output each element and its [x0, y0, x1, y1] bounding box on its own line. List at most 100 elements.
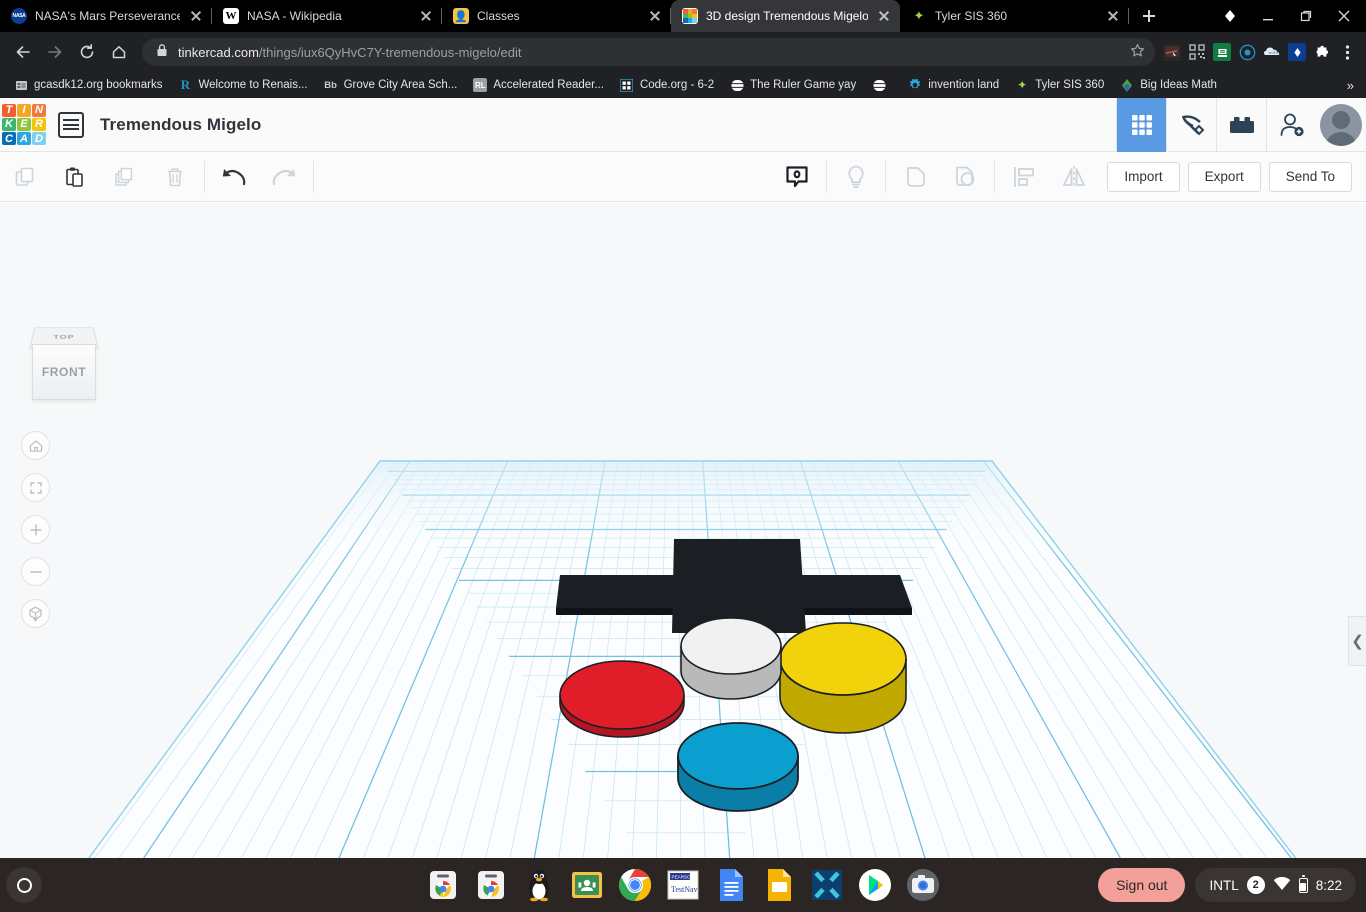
view-cube[interactable]: TOP FRONT [24, 320, 104, 402]
scene-objects[interactable] [0, 203, 1366, 858]
reader-icon[interactable] [1213, 43, 1231, 61]
home-view-icon[interactable] [21, 431, 50, 460]
forward-button[interactable] [40, 37, 70, 67]
logo-tile: R [32, 117, 46, 132]
tinkercad-logo[interactable]: T I N K E R C A D [0, 102, 46, 148]
view-cube-front-face[interactable]: FRONT [32, 344, 96, 400]
bookmarks-overflow-button[interactable]: » [1347, 78, 1360, 93]
status-area[interactable]: INTL 2 8:22 [1195, 868, 1356, 902]
undo-icon[interactable] [209, 152, 259, 202]
tux-penguin-icon[interactable] [519, 865, 559, 905]
camera-icon[interactable] [903, 865, 943, 905]
launcher-icon[interactable] [6, 867, 42, 903]
chevron-left-icon[interactable]: ❮ [1348, 616, 1366, 666]
paste-icon[interactable] [50, 152, 100, 202]
bookmark-item[interactable]: R Welcome to Renais... [170, 74, 315, 96]
tab-title: Tyler SIS 360 [935, 9, 1008, 23]
google-classroom-icon[interactable] [567, 865, 607, 905]
browser-tab[interactable]: 👤 Classes [442, 0, 671, 32]
bookmark-item[interactable]: ✦ Tyler SIS 360 [1007, 74, 1112, 96]
chrome-app-shortcut-1[interactable] [423, 865, 463, 905]
hole-group-icon[interactable] [940, 152, 990, 202]
solid-shape-icon[interactable] [890, 152, 940, 202]
back-button[interactable] [8, 37, 38, 67]
duplicate-icon[interactable] [100, 152, 150, 202]
close-icon[interactable] [418, 8, 434, 24]
qr-code-icon[interactable] [1188, 43, 1206, 61]
play-store-icon[interactable] [855, 865, 895, 905]
address-bar[interactable]: tinkercad.com/things/iux6QyHvC7Y-tremend… [142, 38, 1155, 66]
zoom-in-icon[interactable] [21, 515, 50, 544]
new-tab-button[interactable] [1135, 2, 1163, 30]
notes-icon[interactable] [772, 152, 822, 202]
record-icon[interactable] [1238, 43, 1256, 61]
close-window-button[interactable] [1326, 0, 1362, 32]
logo-tile: I [17, 103, 31, 117]
close-icon[interactable] [647, 8, 663, 24]
3d-design-icon[interactable] [1116, 98, 1166, 152]
grammar-icon[interactable] [1288, 43, 1306, 61]
home-button[interactable] [104, 37, 134, 67]
close-icon[interactable] [188, 8, 204, 24]
align-icon[interactable] [999, 152, 1049, 202]
lego-brick-icon[interactable] [1216, 98, 1266, 152]
copy-icon[interactable] [0, 152, 50, 202]
fit-to-view-icon[interactable] [21, 473, 50, 502]
browser-tab-active[interactable]: 3D design Tremendous Migelo [671, 0, 900, 32]
google-docs-icon[interactable] [711, 865, 751, 905]
bookmark-item[interactable]: gcasdk12.org bookmarks [6, 74, 170, 96]
export-button[interactable]: Export [1187, 161, 1261, 192]
zoom-out-icon[interactable] [21, 557, 50, 586]
globe-icon [730, 78, 744, 92]
invite-person-icon[interactable] [1266, 98, 1316, 152]
bookmark-item[interactable]: Code.org - 6-2 [612, 74, 722, 96]
lightbulb-icon[interactable] [831, 152, 881, 202]
profile-pin-icon[interactable] [1212, 0, 1248, 32]
reload-button[interactable] [72, 37, 102, 67]
battery-icon [1298, 875, 1308, 893]
minecraft-pickaxe-icon[interactable] [1166, 98, 1216, 152]
bookmark-label: Code.org - 6-2 [639, 79, 715, 91]
chrome-app-shortcut-2[interactable] [471, 865, 511, 905]
cylinder-white[interactable] [680, 617, 782, 700]
browser-tab[interactable]: ✦ Tyler SIS 360 [900, 0, 1129, 32]
close-icon[interactable] [1105, 8, 1121, 24]
browser-tab[interactable]: W NASA - Wikipedia [212, 0, 442, 32]
bookmark-star-icon[interactable] [1130, 43, 1145, 61]
chrome-icon[interactable] [615, 865, 655, 905]
bookmark-item[interactable]: RL Accelerated Reader... [465, 74, 612, 96]
google-slides-icon[interactable] [759, 865, 799, 905]
toolbar-right: Import Export Send To [772, 152, 1366, 202]
puzzle-icon[interactable] [1313, 43, 1331, 61]
cylinder-yellow[interactable] [779, 622, 907, 734]
browser-tab[interactable]: NASA NASA's Mars Perseverance Ro... [0, 0, 212, 32]
delete-icon[interactable] [150, 152, 200, 202]
pearson-testnav-icon[interactable]: PEARSON TestNav [663, 865, 703, 905]
perspective-toggle-icon[interactable] [21, 599, 50, 628]
wordtune-icon[interactable]: word [1263, 43, 1281, 61]
import-button[interactable]: Import [1107, 161, 1180, 192]
avatar[interactable] [1316, 98, 1366, 152]
url-path: /things/iux6QyHvC7Y-tremendous-migelo/ed… [258, 44, 522, 60]
tyler-sis-icon[interactable] [807, 865, 847, 905]
bookmark-item[interactable]: Bb Grove City Area Sch... [316, 74, 466, 96]
screenshot-icon[interactable] [1163, 43, 1181, 61]
bookmark-item[interactable]: The Ruler Game yay [722, 74, 864, 96]
logo-tile: C [2, 132, 16, 146]
overflow-menu-icon[interactable] [1338, 43, 1356, 61]
cylinder-blue[interactable] [677, 722, 799, 812]
maximize-button[interactable] [1288, 0, 1324, 32]
3d-viewport[interactable]: TOP FRONT ❮ Edit Grid Snap [0, 203, 1366, 858]
bookmark-item[interactable]: Big Ideas Math [1112, 74, 1225, 96]
redo-icon[interactable] [259, 152, 309, 202]
close-icon[interactable] [876, 8, 892, 24]
cylinder-red[interactable] [559, 660, 685, 738]
mirror-icon[interactable] [1049, 152, 1099, 202]
bookmark-item[interactable]: invention land [900, 74, 1007, 96]
minimize-button[interactable] [1250, 0, 1286, 32]
bookmark-item[interactable] [864, 74, 900, 96]
sign-out-button[interactable]: Sign out [1098, 868, 1186, 902]
list-menu-icon[interactable] [58, 111, 84, 138]
send-to-button[interactable]: Send To [1268, 161, 1352, 192]
renaissance-icon: R [180, 77, 191, 92]
